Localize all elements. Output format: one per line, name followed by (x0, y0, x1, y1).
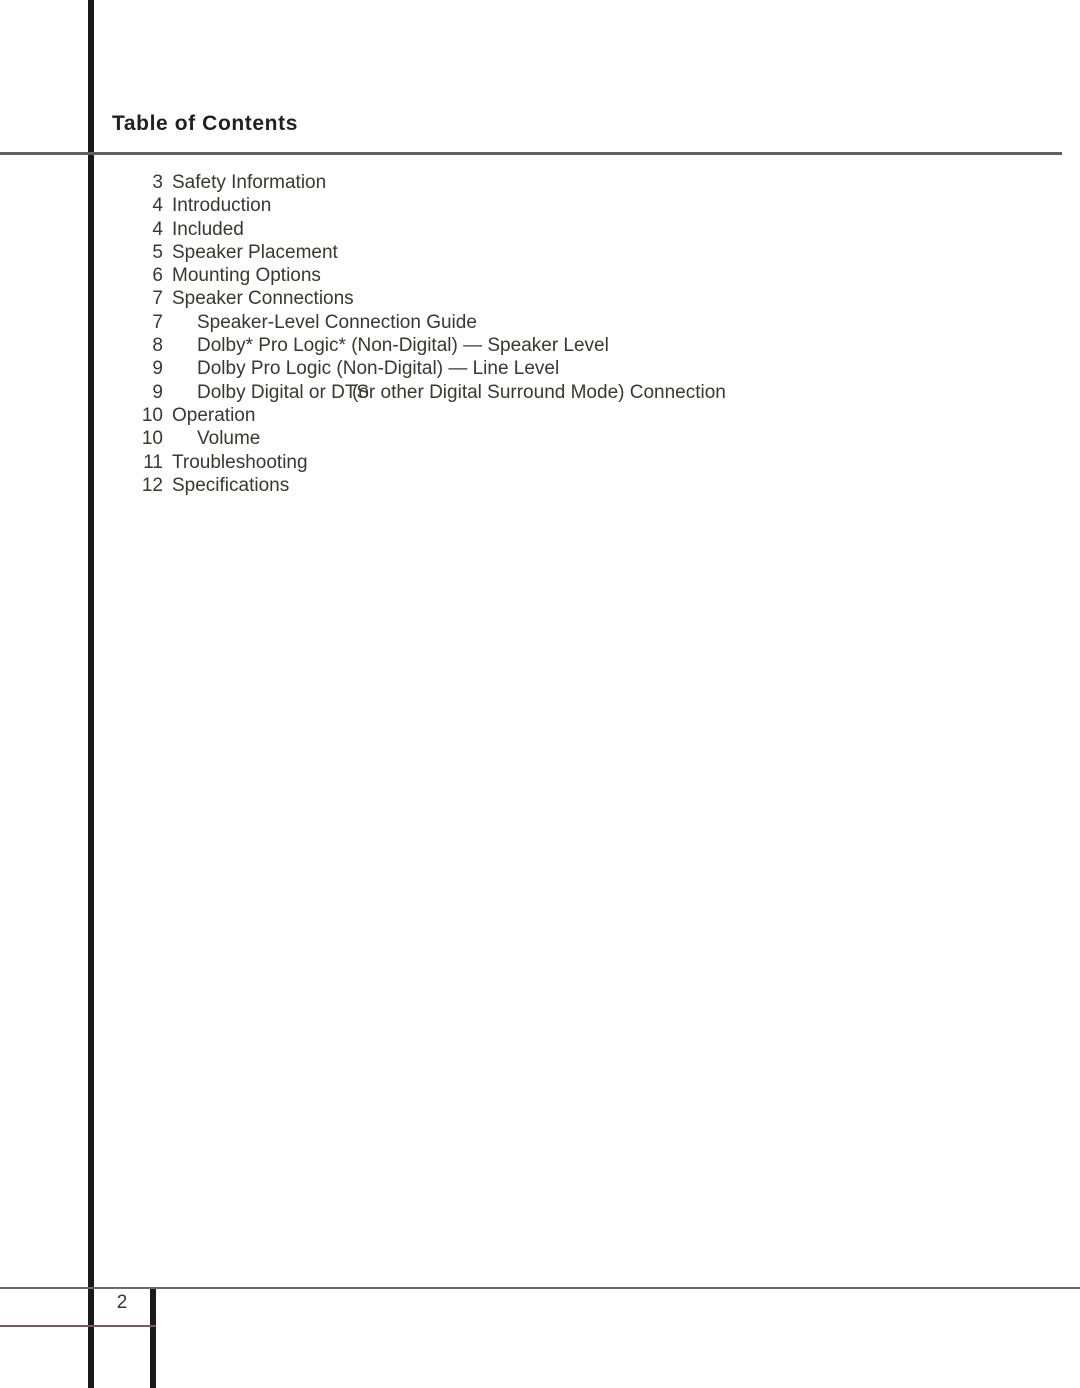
toc-entry-page-number: 8 (152, 335, 163, 357)
toc-entry-page-number: 10 (141, 428, 163, 450)
toc-entry[interactable]: 12 Specifications (0, 475, 1062, 498)
toc-entry-page-number: 9 (152, 381, 163, 403)
footer-bottom-horizontal-rule (0, 1325, 156, 1327)
toc-entry[interactable]: 3 Safety Information (0, 172, 1062, 195)
footer-inner-vertical-rule (150, 1288, 156, 1388)
toc-entry-label: Troubleshooting (172, 451, 308, 473)
toc-entry-label: Volume (197, 428, 261, 450)
toc-entry-page-number: 9 (152, 358, 163, 380)
table-of-contents-list: 3 Safety Information 4 Introduction 4 Include… (0, 172, 1062, 498)
toc-entry-page-number: 10 (141, 404, 163, 426)
toc-entry[interactable]: 5 Speaker Placement (0, 242, 1062, 265)
toc-entry-page-number: 3 (152, 172, 163, 193)
toc-entry-page-number: 6 (152, 265, 163, 287)
toc-entry-page-number: 4 (152, 218, 163, 240)
toc-entry[interactable]: 11 Troubleshooting (0, 452, 1062, 475)
footer-top-horizontal-rule (0, 1287, 1080, 1289)
toc-entry-label: Safety Information (172, 172, 327, 193)
toc-entry[interactable]: 6 Mounting Options (0, 265, 1062, 288)
toc-entry-page-number: 11 (143, 451, 163, 473)
toc-entry-label: Dolby* Pro Logic* (Non-Digital) — Speake… (197, 335, 609, 357)
toc-entry-label: Specifications (172, 474, 290, 496)
toc-entry[interactable]: 7 Speaker-Level Connection Guide (0, 312, 1062, 335)
toc-entry-label: Included (172, 218, 244, 240)
toc-entry-label-primary: Dolby Digital or DTS (197, 381, 370, 403)
toc-entry-label: Speaker Connections (172, 288, 354, 310)
toc-entry-label: Dolby Pro Logic (Non-Digital) — Line Lev… (197, 358, 560, 380)
toc-entry[interactable]: 10 Volume (0, 428, 1062, 451)
toc-entry-label-continuation: (or other Digital Surround Mode) Connect… (352, 381, 726, 403)
toc-entry-label: Dolby Digital or DTS (or other Digital Su… (163, 381, 726, 404)
toc-entry[interactable]: 9 Dolby Digital or DTS (or other Digital S… (0, 382, 1062, 405)
toc-entry-page-number: 7 (152, 311, 163, 333)
toc-entry-label: Speaker Placement (172, 241, 338, 263)
toc-entry-page-number: 7 (152, 288, 163, 310)
toc-entry[interactable]: 10 Operation (0, 405, 1062, 428)
toc-entry-label: Mounting Options (172, 265, 321, 287)
page-title: Table of Contents (112, 112, 298, 135)
toc-entry[interactable]: 4 Introduction (0, 195, 1062, 218)
toc-entry-page-number: 5 (152, 241, 163, 263)
footer-page-number: 2 (116, 1292, 128, 1313)
toc-entry-label: Speaker-Level Connection Guide (197, 311, 477, 333)
toc-entry-label: Operation (172, 404, 256, 426)
toc-entry[interactable]: 4 Included (0, 219, 1062, 242)
header-horizontal-rule (0, 152, 1062, 155)
toc-entry-label-overlap-group: Dolby Digital or DTS (or other Digital Su… (197, 381, 726, 404)
document-page: Table of Contents 3 Safety Information 4 In… (0, 0, 1080, 1388)
toc-entry-page-number: 4 (152, 195, 163, 217)
toc-entry-label: Introduction (172, 195, 272, 217)
toc-entry[interactable]: 8 Dolby* Pro Logic* (Non-Digital) — Speak… (0, 335, 1062, 358)
toc-entry[interactable]: 9 Dolby Pro Logic (Non-Digital) — Line Le… (0, 358, 1062, 381)
toc-entry[interactable]: 7 Speaker Connections (0, 288, 1062, 311)
toc-entry-page-number: 12 (141, 474, 163, 496)
